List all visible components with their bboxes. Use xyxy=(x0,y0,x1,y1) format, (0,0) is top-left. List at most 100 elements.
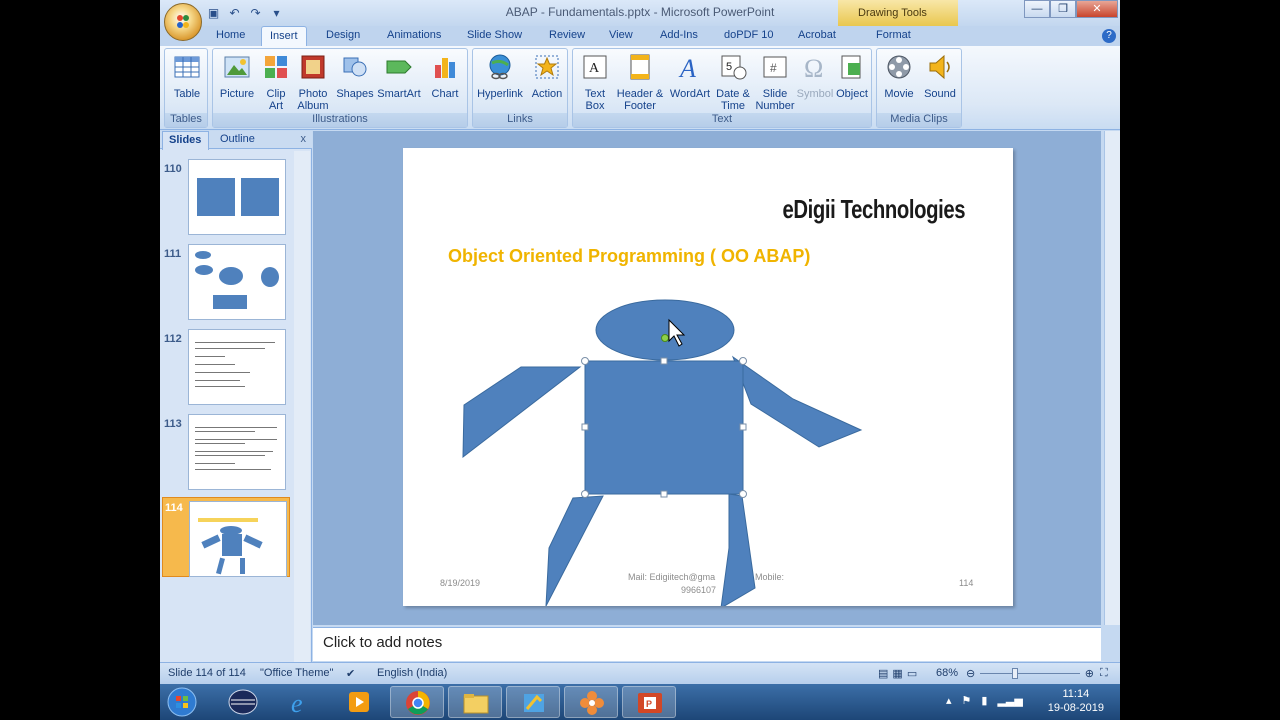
thumbnail-title-bar xyxy=(198,518,258,522)
slide-thumbnail-114[interactable]: 114 xyxy=(162,497,290,577)
zoom-thumb[interactable] xyxy=(1012,668,1018,679)
zoom-slider[interactable]: ⊖ ⊕ xyxy=(966,667,1094,680)
powerpoint-window: ▣ ↶ ↷ ▾ ABAP - Fundamentals.pptx - Micro… xyxy=(160,0,1120,720)
thumbnail-shape xyxy=(201,534,221,549)
normal-view-icon[interactable]: ▤ xyxy=(878,667,888,680)
tab-format[interactable]: Format xyxy=(876,29,911,41)
tab-acrobat[interactable]: Acrobat xyxy=(798,29,836,41)
action-center-flag-icon[interactable]: ⚑ xyxy=(962,694,972,707)
left-leg-shape[interactable] xyxy=(545,495,604,606)
sound-button[interactable]: Sound xyxy=(921,53,959,100)
object-button[interactable]: Object xyxy=(833,53,871,100)
tray-arrow-icon[interactable]: ▴ xyxy=(946,694,952,707)
office-button[interactable] xyxy=(164,3,202,41)
tab-add-ins[interactable]: Add-Ins xyxy=(660,29,698,41)
clip-art-label: Clip Art xyxy=(266,88,286,112)
shapes-button[interactable]: Shapes xyxy=(335,53,375,100)
tab-insert[interactable]: Insert xyxy=(261,26,307,47)
theme-name[interactable]: "Office Theme" xyxy=(260,667,333,679)
slide-scrollbar[interactable] xyxy=(1104,131,1120,625)
rotation-handle[interactable] xyxy=(661,334,669,342)
taskbar-chrome[interactable] xyxy=(390,686,444,718)
group-links: Hyperlink Action Links xyxy=(472,48,568,128)
status-bar: Slide 114 of 114 "Office Theme" ✔ Englis… xyxy=(160,662,1120,684)
language[interactable]: English (India) xyxy=(377,667,447,679)
taskbar-media-player[interactable] xyxy=(216,686,270,718)
clip-art-button[interactable]: Clip Art xyxy=(261,53,291,112)
tab-home[interactable]: Home xyxy=(216,29,245,41)
group-label-links: Links xyxy=(473,113,567,127)
wordart-icon: A xyxy=(678,54,696,83)
tab-outline[interactable]: Outline xyxy=(220,133,255,145)
taskbar-powerpoint[interactable]: P xyxy=(622,686,676,718)
title-bar: ▣ ↶ ↷ ▾ ABAP - Fundamentals.pptx - Micro… xyxy=(160,0,1120,41)
table-button[interactable]: Table xyxy=(169,53,205,100)
thumbnail-text-line xyxy=(195,451,273,452)
slide-thumbnail-112[interactable]: 112 xyxy=(164,329,290,409)
slide-thumbnail-111[interactable]: 111 xyxy=(164,244,290,324)
zoom-in-icon[interactable]: ⊕ xyxy=(1085,667,1094,680)
wordart-button[interactable]: A WordArt xyxy=(667,53,713,100)
chart-button[interactable]: Chart xyxy=(425,53,465,100)
symbol-button[interactable]: Ω Symbol xyxy=(795,53,835,100)
slide-thumbnail-110[interactable]: 110 xyxy=(164,159,290,239)
slide-sorter-icon[interactable]: ▦ xyxy=(892,667,902,680)
tab-slide-show[interactable]: Slide Show xyxy=(467,29,522,41)
clock[interactable]: 11:14 19-08-2019 xyxy=(1048,687,1104,715)
photo-album-button[interactable]: Photo Album xyxy=(293,53,333,112)
slide-number: 113 xyxy=(164,418,182,430)
restore-button[interactable]: ❐ xyxy=(1050,0,1076,18)
head-shape[interactable] xyxy=(595,299,735,361)
right-arm-shape[interactable] xyxy=(731,355,863,448)
slides-pane-scrollbar[interactable] xyxy=(294,151,310,662)
slide-show-icon[interactable]: ▭ xyxy=(907,667,917,680)
text-box-button[interactable]: A Text Box xyxy=(575,53,615,112)
tab-design[interactable]: Design xyxy=(326,29,360,41)
body-shape[interactable] xyxy=(584,360,744,495)
movie-button[interactable]: Movie xyxy=(879,53,919,100)
thumbnail-text-line xyxy=(195,380,240,381)
tab-animations[interactable]: Animations xyxy=(387,29,441,41)
sound-label: Sound xyxy=(924,88,956,100)
pane-close-icon[interactable]: x xyxy=(301,133,307,145)
taskbar-internet-explorer[interactable]: e xyxy=(274,686,328,718)
zoom-out-icon[interactable]: ⊖ xyxy=(966,667,975,680)
right-leg-shape[interactable] xyxy=(720,493,756,606)
tab-review[interactable]: Review xyxy=(549,29,585,41)
tab-dopdf[interactable]: doPDF 10 xyxy=(724,29,774,41)
spell-check-icon[interactable]: ✔ xyxy=(346,667,355,680)
smartart-button[interactable]: SmartArt xyxy=(377,53,421,100)
current-slide[interactable]: eDigii Technologies Object Oriented Prog… xyxy=(403,148,1013,606)
header-footer-button[interactable]: Header & Footer xyxy=(615,53,665,112)
minimize-button[interactable]: — xyxy=(1024,0,1050,18)
help-icon[interactable]: ? xyxy=(1102,29,1116,43)
network-icon[interactable]: ▂▃▅ xyxy=(997,694,1022,707)
tab-slides[interactable]: Slides xyxy=(162,131,210,150)
taskbar-video-app[interactable] xyxy=(332,686,386,718)
taskbar-paint-app[interactable] xyxy=(506,686,560,718)
header-footer-icon xyxy=(630,54,650,80)
start-orb[interactable] xyxy=(164,686,200,718)
taskbar-app-flower[interactable] xyxy=(564,686,618,718)
zoom-level[interactable]: 68% xyxy=(936,667,958,679)
tab-view[interactable]: View xyxy=(609,29,633,41)
thumbnail-text-line xyxy=(195,364,235,365)
slide-thumbnail-113[interactable]: 113 xyxy=(164,414,290,494)
wordart-label: WordArt xyxy=(669,88,711,100)
hyperlink-button[interactable]: Hyperlink xyxy=(475,53,525,100)
fit-slide-icon[interactable]: ⛶ xyxy=(1100,667,1108,680)
power-icon[interactable]: ▮ xyxy=(981,694,987,707)
action-button[interactable]: Action xyxy=(529,53,565,100)
video-player-icon xyxy=(349,692,369,712)
group-illustrations: Picture Clip Art Photo Album Shapes Smar… xyxy=(212,48,468,128)
slide-info: Slide 114 of 114 xyxy=(168,667,246,679)
notes-pane[interactable]: Click to add notes xyxy=(313,627,1101,661)
thumbnail-shape xyxy=(261,267,279,287)
picture-button[interactable]: Picture xyxy=(215,53,259,100)
slide-number-button[interactable]: # Slide Number xyxy=(753,53,797,112)
taskbar-file-explorer[interactable] xyxy=(448,686,502,718)
date-time-button[interactable]: 5 Date & Time xyxy=(713,53,753,112)
slide-number: 112 xyxy=(164,333,182,345)
left-arm-shape[interactable] xyxy=(462,366,582,459)
close-button[interactable]: ✕ xyxy=(1076,0,1118,18)
